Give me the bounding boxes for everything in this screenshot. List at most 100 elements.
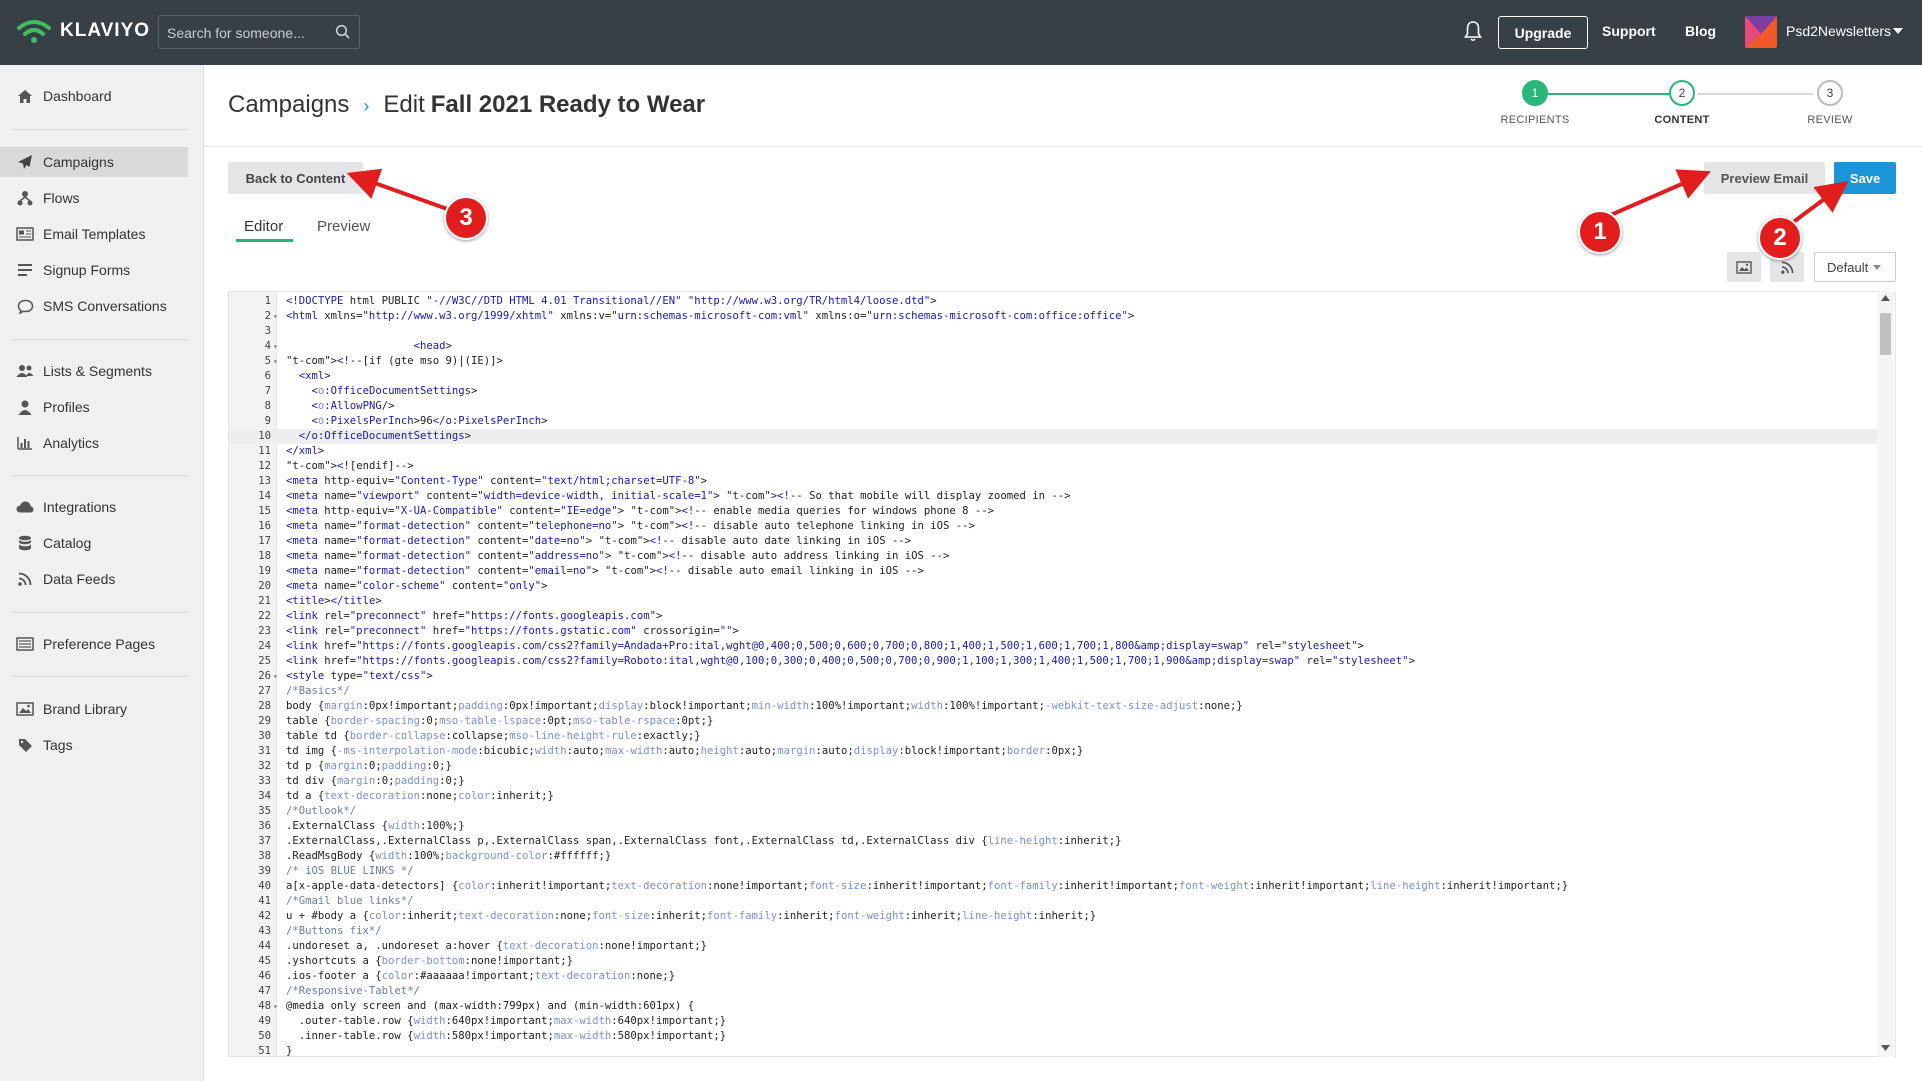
code-line[interactable]: 8 <o:AllowPNG/> [229,399,1879,414]
fold-toggle-icon[interactable]: ▾ [273,669,278,684]
scrollbar-thumb[interactable] [1880,313,1891,355]
sidebar-item-email-templates[interactable]: Email Templates [0,219,188,249]
code-line[interactable]: 3 [229,324,1879,339]
step-recipients-label[interactable]: RECIPIENTS [1485,114,1585,126]
sidebar-item-brand-library[interactable]: Brand Library [0,694,188,724]
code-line[interactable]: 4 ▾ <head> [229,339,1879,354]
code-line[interactable]: 44 .undoreset a, .undoreset a:hover {text… [229,939,1879,954]
code-line[interactable]: 36 .ExternalClass {width:100%;} [229,819,1879,834]
sidebar-item-integrations[interactable]: Integrations [0,492,188,522]
code-line[interactable]: 49 .outer-table.row {width:640px!importa… [229,1014,1879,1029]
step-content-circle[interactable]: 2 [1669,80,1695,106]
code-line[interactable]: 7 <o:OfficeDocumentSettings> [229,384,1879,399]
code-line[interactable]: 21 <title></title> [229,594,1879,609]
code-line[interactable]: 11 </xml> [229,444,1879,459]
support-link[interactable]: Support [1602,23,1656,39]
code-line[interactable]: 41 /*Gmail blue links*/ [229,894,1879,909]
sidebar-item-sms-conversations[interactable]: SMS Conversations [0,291,188,321]
save-button[interactable]: Save [1834,162,1896,194]
code-line[interactable]: 9 <o:PixelsPerInch>96</o:PixelsPerInch> [229,414,1879,429]
code-line[interactable]: 17 <meta name="format-detection" content=… [229,534,1879,549]
code-line[interactable]: 28 body {margin:0px!important;padding:0px… [229,699,1879,714]
code-line[interactable]: 34 td a {text-decoration:none;color:inher… [229,789,1879,804]
code-line[interactable]: 5 ▾ "t-com"><!--[if (gte mso 9)|(IE)]> [229,354,1879,369]
sidebar-item-profiles[interactable]: Profiles [0,392,188,422]
step-content-label[interactable]: CONTENT [1632,114,1732,126]
account-name[interactable]: Psd2Newsletters [1786,23,1891,39]
breadcrumb-campaigns-link[interactable]: Campaigns [228,91,349,119]
sidebar-item-catalog[interactable]: Catalog [0,528,188,558]
code-line[interactable]: 26 ▾ <style type="text/css"> [229,669,1879,684]
code-line[interactable]: 20 <meta name="color-scheme" content="onl… [229,579,1879,594]
klaviyo-logo[interactable]: KLAVIYO [16,18,150,44]
code-line[interactable]: 39 /* iOS BLUE LINKS */ [229,864,1879,879]
code-line[interactable]: 50 .inner-table.row {width:580px!importa… [229,1029,1879,1044]
sidebar-item-data-feeds[interactable]: Data Feeds [0,564,188,594]
code-line[interactable]: 45 .yshortcuts a {border-bottom:none!impo… [229,954,1879,969]
sidebar-item-tags[interactable]: Tags [0,730,188,760]
code-line[interactable]: 15 <meta http-equiv="X-UA-Compatible" con… [229,504,1879,519]
sidebar-item-dashboard[interactable]: Dashboard [0,81,188,111]
code-editor[interactable]: 1 <!DOCTYPE html PUBLIC "-//W3C//DTD HTML… [228,291,1896,1057]
code-line[interactable]: 48 ▾ @media only screen and (max-width:799… [229,999,1879,1014]
step-review-circle[interactable]: 3 [1817,80,1843,106]
code-line[interactable]: 18 <meta name="format-detection" content=… [229,549,1879,564]
code-line[interactable]: 24 <link href="https://fonts.googleapis.c… [229,639,1879,654]
code-line[interactable]: 2 ▾ <html xmlns="http://www.w3.org/1999/xh… [229,309,1879,324]
code-line[interactable]: 1 <!DOCTYPE html PUBLIC "-//W3C//DTD HTML… [229,294,1879,309]
code-line[interactable]: 22 <link rel="preconnect" href="https://f… [229,609,1879,624]
code-line[interactable]: 35 /*Outlook*/ [229,804,1879,819]
upgrade-button[interactable]: Upgrade [1498,16,1588,49]
code-line[interactable]: 33 td div {margin:0;padding:0;} [229,774,1879,789]
back-to-content-button[interactable]: Back to Content [228,162,363,194]
sidebar-item-analytics[interactable]: Analytics [0,428,188,458]
fold-toggle-icon[interactable]: ▾ [273,309,278,324]
sidebar-item-flows[interactable]: Flows [0,183,188,213]
code-line[interactable]: 14 <meta name="viewport" content="width=d… [229,489,1879,504]
code-line[interactable]: 30 table td {border-collapse:collapse;mso… [229,729,1879,744]
insert-image-button[interactable] [1727,252,1761,282]
code-line[interactable]: 46 .ios-footer a {color:#aaaaaa!important… [229,969,1879,984]
code-line[interactable]: 51} [229,1044,1879,1056]
code-line[interactable]: 38 .ReadMsgBody {width:100%;background-co… [229,849,1879,864]
code-line[interactable]: 31 td img {-ms-interpolation-mode:bicubic… [229,744,1879,759]
code-line[interactable]: 12 "t-com"><![endif]--> [229,459,1879,474]
code-line[interactable]: 16 <meta name="format-detection" content=… [229,519,1879,534]
code-line[interactable]: 27 /*Basics*/ [229,684,1879,699]
editor-theme-select[interactable]: Default [1814,252,1896,282]
sidebar-item-preference-pages[interactable]: Preference Pages [0,629,188,659]
preview-email-button[interactable]: Preview Email [1704,162,1825,194]
sidebar-item-lists-segments[interactable]: Lists & Segments [0,356,188,386]
code-line[interactable]: 47 /*Responsive-Tablet*/ [229,984,1879,999]
code-line[interactable]: 37 .ExternalClass,.ExternalClass p,.Exter… [229,834,1879,849]
code-line[interactable]: 43 /*Buttons fix*/ [229,924,1879,939]
scroll-down-arrow-icon[interactable] [1881,1045,1890,1051]
code-line[interactable]: 32 td p {margin:0;padding:0;} [229,759,1879,774]
sidebar-item-signup-forms[interactable]: Signup Forms [0,255,188,285]
step-review-label[interactable]: REVIEW [1780,114,1880,126]
fold-toggle-icon[interactable]: ▾ [273,354,278,369]
fold-toggle-icon[interactable]: ▾ [273,339,278,354]
tab-preview[interactable]: Preview [317,218,370,235]
code-line[interactable]: 13 <meta http-equiv="Content-Type" conten… [229,474,1879,489]
account-avatar[interactable] [1745,16,1777,48]
code-line[interactable]: 25 <link href="https://fonts.googleapis.c… [229,654,1879,669]
code-line[interactable]: 40 a[x-apple-data-detectors] {color:inher… [229,879,1879,894]
fold-toggle-icon[interactable]: ▾ [273,999,278,1014]
code-line[interactable]: 10 </o:OfficeDocumentSettings> [229,429,1879,444]
editor-scrollbar[interactable] [1877,291,1894,1057]
sidebar-item-campaigns[interactable]: Campaigns [0,147,188,177]
code-line[interactable]: 23 <link rel="preconnect" href="https://f… [229,624,1879,639]
search-input[interactable] [167,23,327,43]
search-box[interactable] [158,15,360,49]
step-recipients-circle[interactable]: 1 [1522,80,1548,106]
notification-bell-icon[interactable] [1463,20,1483,42]
scroll-up-arrow-icon[interactable] [1881,295,1890,301]
chevron-down-icon[interactable] [1893,28,1903,34]
tab-editor[interactable]: Editor [244,218,283,235]
blog-link[interactable]: Blog [1685,23,1716,39]
code-line[interactable]: 42 u + #body a {color:inherit;text-decora… [229,909,1879,924]
code-line[interactable]: 29 table {border-spacing:0;mso-table-lspa… [229,714,1879,729]
search-icon[interactable] [335,24,351,40]
code-line[interactable]: 6 <xml> [229,369,1879,384]
